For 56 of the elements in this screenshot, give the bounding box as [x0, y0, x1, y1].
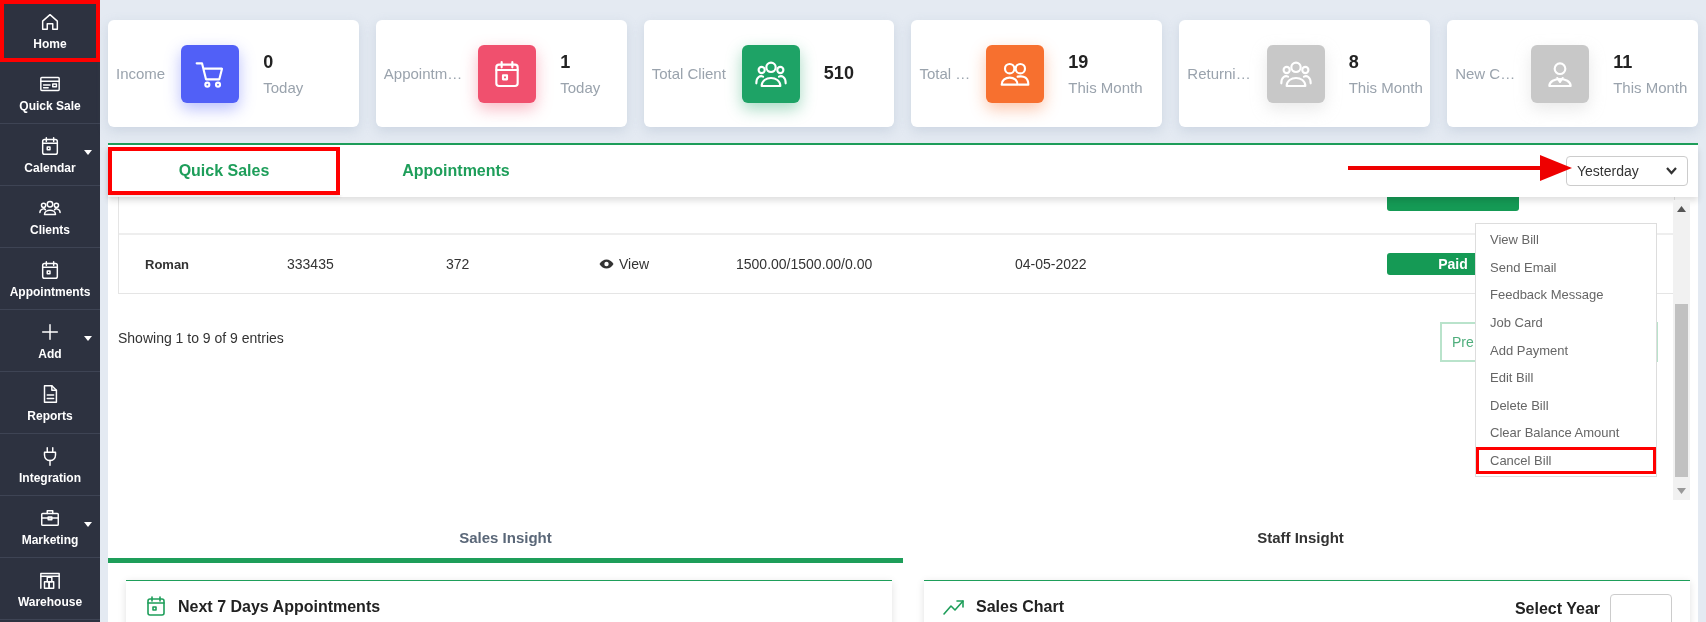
- stat-period: This Month: [1613, 78, 1688, 96]
- stat-period: This Month: [1068, 78, 1143, 96]
- select-label: Select Year: [1514, 600, 1600, 618]
- menu-item[interactable]: Add Payment: [1476, 336, 1656, 364]
- sidebar-label: Reports: [27, 408, 73, 423]
- stat-period: This Month: [1348, 78, 1423, 96]
- table-cell-text: 372: [446, 256, 471, 272]
- entries-info: Showing 1 to 9 of 9 entries: [118, 330, 284, 346]
- calendar-icon: [144, 594, 168, 618]
- table-cell-text: 04-05-2022: [1015, 256, 1088, 272]
- table-cell-text: 1500.00/1500.00/0.00: [736, 256, 874, 272]
- scroll-down-icon[interactable]: [1677, 488, 1686, 494]
- calendar-icon: [39, 258, 61, 281]
- card-title: Next 7 Days Appointments: [178, 598, 381, 616]
- view-link[interactable]: View: [619, 256, 650, 272]
- menu-item[interactable]: View Bill: [1476, 226, 1656, 254]
- table-cell-text: Roman: [145, 256, 191, 272]
- menu-item[interactable]: Edit Bill: [1476, 363, 1656, 392]
- stat-period: Today: [560, 78, 601, 96]
- chevron-down-icon: [1666, 167, 1677, 175]
- stat-value: 19: [1068, 51, 1090, 73]
- menu-item[interactable]: Feedback Message: [1476, 281, 1656, 309]
- stat-label: Appointm…: [383, 65, 463, 82]
- calendar-icon: [39, 134, 61, 157]
- table-cell-text: 333435: [287, 256, 335, 272]
- sidebar-label: Calendar: [24, 160, 76, 175]
- stat-label: Returni…: [1187, 65, 1251, 82]
- sidebar-label: Quick Sale: [19, 98, 81, 113]
- eye-icon: [599, 259, 614, 269]
- scrollbar[interactable]: [1673, 200, 1690, 500]
- stat-period: Today: [263, 78, 304, 96]
- sidebar-label: Home: [33, 36, 67, 51]
- card-title: Sales Chart: [976, 598, 1065, 616]
- date-filter-select[interactable]: Yesterday: [1566, 156, 1688, 186]
- sidebar-label: Add: [38, 346, 62, 361]
- stat-value: 1: [560, 51, 572, 73]
- year-select[interactable]: [1610, 594, 1672, 622]
- sidebar-label: Marketing: [21, 532, 79, 547]
- menu-item[interactable]: Cancel Bill: [1476, 446, 1656, 475]
- stat-value: 11: [1613, 51, 1634, 73]
- sidebar-label: Clients: [30, 222, 70, 237]
- menu-item[interactable]: Clear Balance Amount: [1476, 419, 1656, 447]
- stat-label: Total …: [919, 65, 971, 82]
- stat-label: Total Client: [651, 65, 726, 82]
- menu-item[interactable]: Delete Bill: [1476, 391, 1656, 420]
- menu-item[interactable]: Job Card: [1476, 308, 1656, 337]
- stat-value: 0: [263, 51, 275, 73]
- scroll-up-icon[interactable]: [1677, 206, 1686, 212]
- stat-value: 510: [823, 63, 854, 84]
- sidebar-item[interactable]: Home: [0, 0, 100, 62]
- stat-label: Income: [116, 65, 166, 82]
- sidebar-label: Warehouse: [17, 594, 83, 609]
- sidebar-label: Integration: [19, 470, 81, 485]
- sidebar-label: Appointments: [9, 284, 91, 299]
- stat-label: New C…: [1455, 65, 1516, 82]
- stat-value: 8: [1348, 51, 1360, 73]
